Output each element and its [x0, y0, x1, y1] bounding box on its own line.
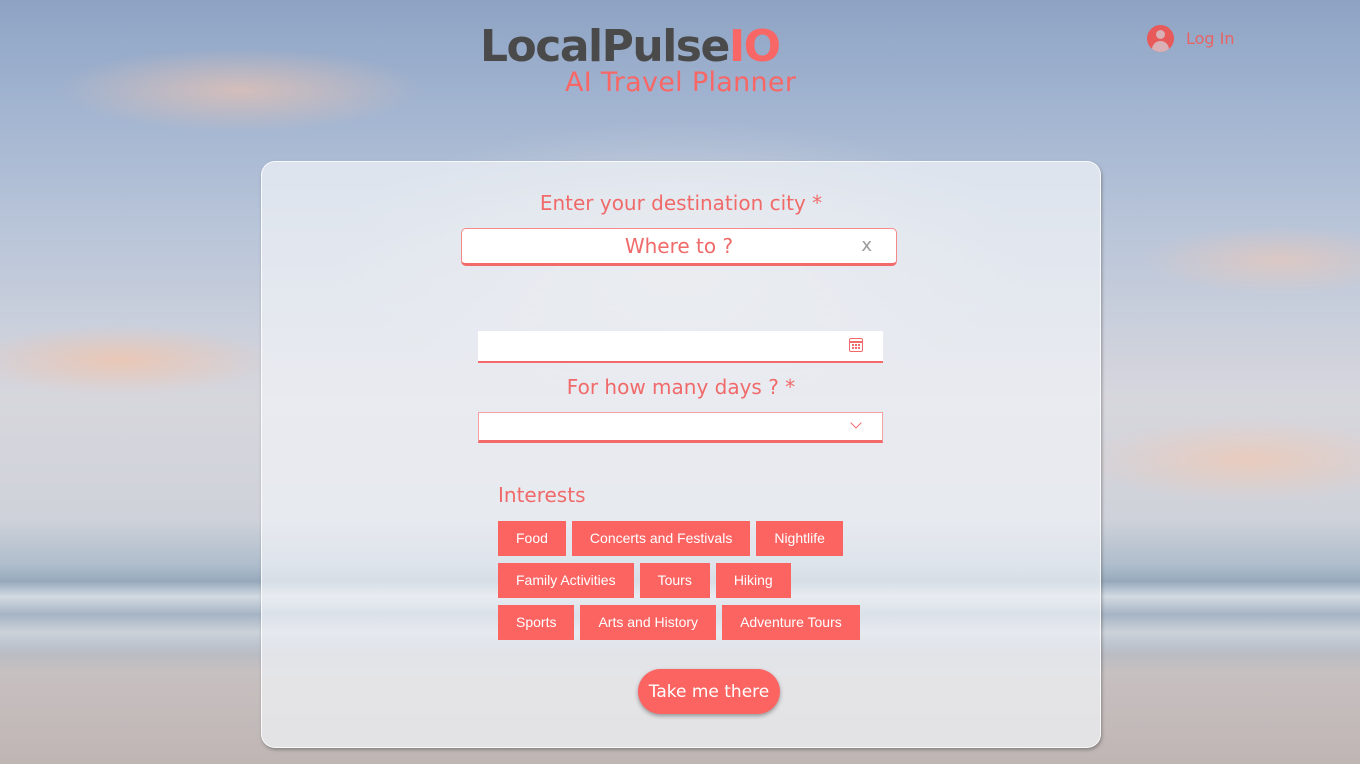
interests-title: Interests [498, 483, 586, 507]
tag-nightlife[interactable]: Nightlife [756, 521, 843, 556]
tag-family-activities[interactable]: Family Activities [498, 563, 634, 598]
tag-sports[interactable]: Sports [498, 605, 575, 640]
user-avatar-icon [1147, 25, 1174, 52]
tag-arts-and-history[interactable]: Arts and History [580, 605, 717, 640]
tag-concerts-and-festivals[interactable]: Concerts and Festivals [571, 521, 751, 556]
tag-adventure-tours[interactable]: Adventure Tours [722, 605, 860, 640]
trip-planner-form: Enter your destination city * Where to ?… [261, 161, 1101, 748]
tag-row: Sports Arts and History Adventure Tours [498, 605, 878, 640]
tag-hiking[interactable]: Hiking [715, 563, 791, 598]
login-button[interactable]: Log In [1147, 25, 1235, 52]
logo-title: LocalPulseIO [480, 22, 880, 72]
interests-tags: Food Concerts and Festivals Nightlife Fa… [498, 521, 878, 647]
days-label: For how many days ? * [566, 375, 796, 399]
destination-placeholder: Where to ? [624, 234, 734, 258]
destination-label: Enter your destination city * [539, 191, 823, 215]
chevron-down-icon [850, 417, 862, 429]
days-dropdown[interactable] [478, 412, 883, 443]
tag-row: Family Activities Tours Hiking [498, 563, 878, 598]
login-label: Log In [1186, 29, 1235, 48]
logo: LocalPulseIO AI Travel Planner [480, 22, 880, 99]
logo-main-text: LocalPulse [480, 21, 730, 72]
calendar-icon[interactable] [849, 338, 863, 352]
tag-food[interactable]: Food [498, 521, 566, 556]
destination-input[interactable]: Where to ? x [461, 228, 897, 266]
take-me-there-button[interactable]: Take me there [638, 669, 780, 714]
tag-row: Food Concerts and Festivals Nightlife [498, 521, 878, 556]
logo-accent-text: IO [728, 21, 781, 72]
tag-tours[interactable]: Tours [639, 563, 710, 598]
date-input[interactable] [478, 331, 883, 363]
logo-subtitle: AI Travel Planner [565, 67, 797, 98]
close-icon[interactable]: x [861, 235, 872, 256]
